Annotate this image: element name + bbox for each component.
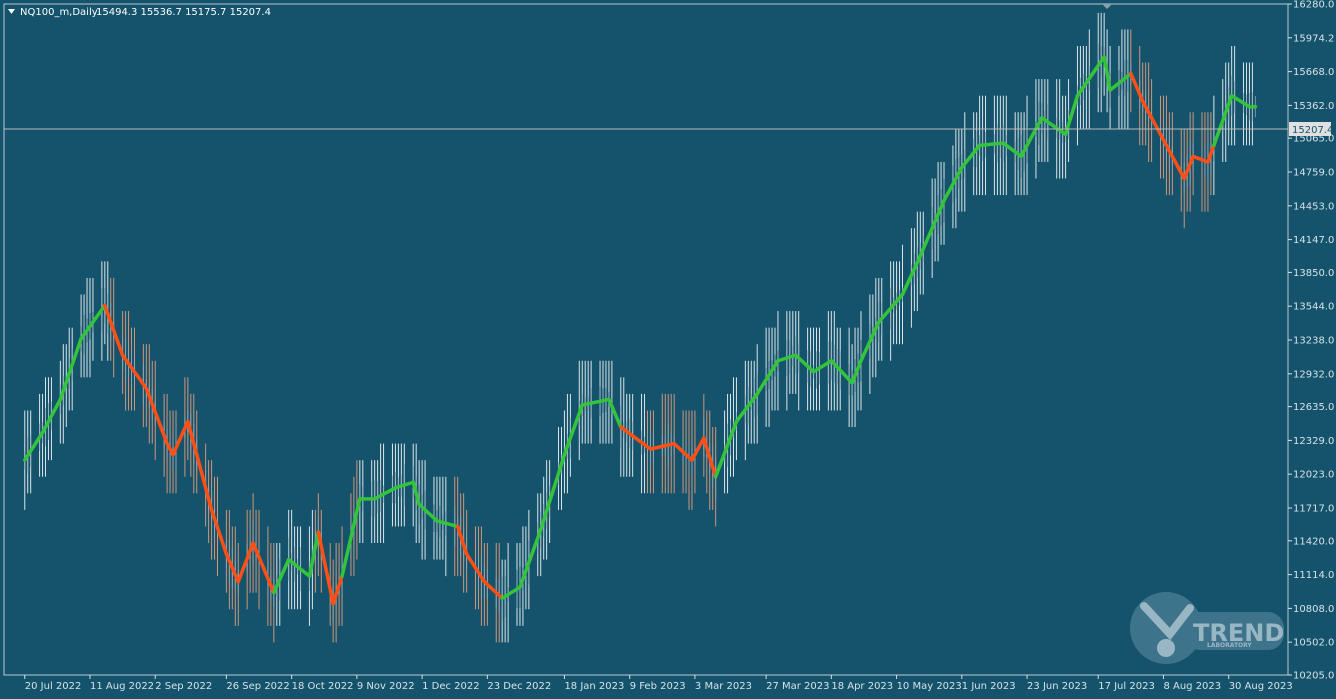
y-tick-label: 11114.0 bbox=[1293, 570, 1334, 581]
x-tick-label: 9 Nov 2022 bbox=[357, 681, 415, 692]
x-tick-label: 20 Jul 2022 bbox=[25, 681, 82, 692]
y-tick-label: 14759.0 bbox=[1293, 167, 1334, 178]
price-marker: 15207.4 bbox=[1289, 122, 1333, 136]
logo-sub: LABORATORY bbox=[1207, 642, 1252, 649]
y-tick-label: 13850.0 bbox=[1293, 268, 1334, 279]
y-tick-label: 16280.0 bbox=[1293, 0, 1334, 11]
y-tick-label: 14453.0 bbox=[1293, 201, 1334, 212]
x-tick-label: 27 Mar 2023 bbox=[766, 681, 829, 692]
y-tick-label: 15362.0 bbox=[1293, 101, 1334, 112]
y-tick-label: 12329.0 bbox=[1293, 436, 1334, 447]
x-tick-label: 11 Aug 2022 bbox=[90, 681, 154, 692]
y-tick-label: 12023.0 bbox=[1293, 470, 1334, 481]
symbol-label: NQ100_m,Daily bbox=[20, 7, 98, 18]
x-tick-label: 1 Dec 2022 bbox=[422, 681, 480, 692]
price-marker-label: 15207.4 bbox=[1292, 125, 1333, 136]
y-tick-label: 11717.0 bbox=[1293, 503, 1334, 514]
y-tick-label: 12932.0 bbox=[1293, 369, 1334, 380]
y-tick-label: 13544.0 bbox=[1293, 302, 1334, 313]
x-tick-label: 3 Mar 2023 bbox=[695, 681, 752, 692]
y-axis: 16280.015974.215668.015362.015065.014759… bbox=[1288, 0, 1334, 682]
y-tick-label: 15668.0 bbox=[1293, 67, 1334, 78]
ohlc-values: 15494.3 15536.7 15175.7 15207.4 bbox=[96, 7, 271, 18]
chart-window: 16280.0 15974.2 15668.0 15362.0 15065.0 14759… bbox=[0, 0, 1336, 699]
chart-title: NQ100_m,Daily 15494.3 15536.7 15175.7 15… bbox=[8, 7, 271, 18]
x-tick-label: 23 Dec 2022 bbox=[487, 681, 551, 692]
x-tick-label: 23 Jun 2023 bbox=[1027, 681, 1087, 692]
x-tick-label: 17 Jul 2023 bbox=[1098, 681, 1155, 692]
x-tick-label: 9 Feb 2023 bbox=[630, 681, 686, 692]
y-tick-label: 12635.0 bbox=[1293, 402, 1334, 413]
price-chart[interactable]: 16280.015974.215668.015362.015065.014759… bbox=[0, 0, 1336, 699]
x-tick-label: 18 Jan 2023 bbox=[564, 681, 624, 692]
x-tick-label: 10 May 2023 bbox=[897, 681, 962, 692]
y-tick-label: 14147.0 bbox=[1293, 235, 1334, 246]
x-tick-label: 18 Apr 2023 bbox=[831, 681, 893, 692]
x-tick-label: 1 Jun 2023 bbox=[962, 681, 1016, 692]
y-tick-label: 10808.0 bbox=[1293, 604, 1334, 615]
x-tick-label: 8 Aug 2023 bbox=[1163, 681, 1221, 692]
x-tick-label: 26 Sep 2022 bbox=[226, 681, 289, 692]
y-tick-label: 10502.0 bbox=[1293, 638, 1334, 649]
y-tick-label: 13238.0 bbox=[1293, 335, 1334, 346]
y-tick-label: 10205.0 bbox=[1293, 671, 1334, 682]
x-tick-label: 30 Aug 2023 bbox=[1229, 681, 1293, 692]
y-tick-label: 11420.0 bbox=[1293, 536, 1334, 547]
x-tick-label: 2 Sep 2022 bbox=[155, 681, 212, 692]
trend-segment bbox=[977, 141, 1006, 148]
x-tick-label: 18 Oct 2022 bbox=[292, 681, 354, 692]
chart-background bbox=[0, 0, 1336, 699]
y-tick-label: 15974.2 bbox=[1293, 33, 1334, 44]
logo-dot-icon bbox=[1157, 639, 1175, 657]
